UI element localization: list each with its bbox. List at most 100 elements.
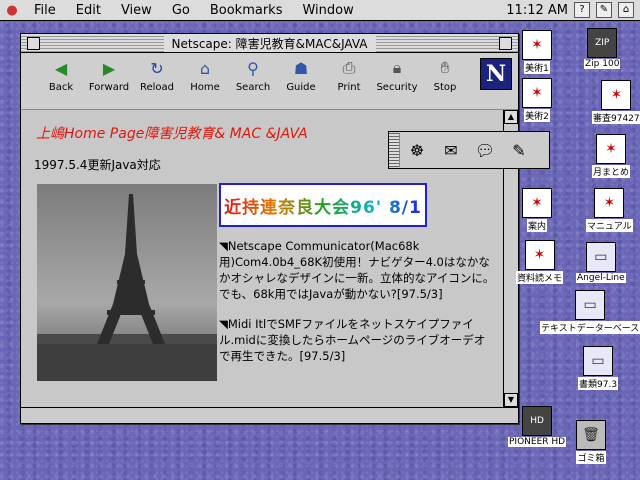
forward-label: Forward [88,82,130,93]
reload-button[interactable]: ↻ Reload [133,53,181,94]
mail-icon[interactable]: ✉ [434,135,468,165]
folder-icon[interactable]: ▭ 書類97.3 [578,346,619,390]
security-lock-icon: 🔒︎ [392,58,402,77]
menu-view[interactable]: View [111,3,162,18]
apple-menu-icon[interactable]: ● [0,3,24,18]
icon-label: 審査97427 [592,111,640,124]
search-label: Search [235,82,271,93]
guide-label: Guide [286,82,316,93]
scroll-down-icon[interactable]: ▼ [504,393,518,407]
zip-disk-icon[interactable]: ZIP Zip 100 [584,28,621,69]
news-item: ◥Netscape Communicator(Mac68k用)Com4.0b4_… [219,239,495,301]
menubar-extras: 11:12 AM ? ✎ ⌂ [506,2,640,18]
icon-label: マニュアル [586,219,633,232]
disk-icon: HD [522,406,553,436]
document-glyph-icon: ✶ [594,188,625,218]
window-title: Netscape: 障害児教育&MAC&JAVA [163,34,376,52]
trash-icon[interactable]: 🗑︎ ゴミ箱 [576,420,606,464]
navigator-icon[interactable]: ☸ [400,135,434,165]
document-glyph-icon: ✶ [522,78,552,108]
folder-icon[interactable]: ▭ テキストデーターベース [540,290,640,334]
folder-glyph-icon: ▭ [575,290,606,320]
document-icon[interactable]: ✶ 美術2 [522,78,552,122]
document-glyph-icon: ✶ [522,30,552,60]
palette-drag-handle[interactable] [389,133,400,167]
menu-window[interactable]: Window [292,3,363,18]
news-list: ◥Netscape Communicator(Mac68k用)Com4.0b4_… [219,238,495,378]
guide-button[interactable]: ☗ Guide [277,53,325,94]
folder-glyph-icon: ▭ [583,346,614,376]
clock[interactable]: 11:12 AM [506,3,568,18]
stop-button[interactable]: ✋︎ Stop [421,53,469,93]
security-button[interactable]: 🔒︎ Security [373,53,421,93]
icon-label: 美術2 [524,109,550,122]
component-palette[interactable]: ☸ ✉ 💬︎ ✎ [388,131,550,169]
guide-icon: ☗ [293,58,309,78]
document-icon[interactable]: ✶ 資料読メモ [516,240,564,284]
event-banner[interactable]: 近持連奈良大会96' 8/1 [219,183,427,227]
document-icon[interactable]: ✶ 美術1 [522,30,552,74]
home-button[interactable]: ⌂ Home [181,53,229,94]
back-arrow-icon: ◀ [54,58,68,78]
stop-icon: ✋︎ [440,58,450,77]
eiffel-tower-icon [37,194,217,381]
news-item: ◥Midi ItlでSMFファイルをネットスケイプファイル.midに変換したらホ… [219,317,486,363]
zoom-box[interactable] [499,36,512,50]
forward-button[interactable]: ▶ Forward [85,53,133,94]
application-icon[interactable]: ⌂ [618,2,634,18]
disk-icon: ZIP [587,28,618,58]
search-icon: ⚲ [247,58,259,78]
icon-label: 書類97.3 [578,377,619,390]
menu-file[interactable]: File [24,3,66,18]
scroll-up-icon[interactable]: ▲ [504,110,518,124]
print-icon: ⎙ [342,58,356,77]
menu-edit[interactable]: Edit [66,3,111,18]
icon-label: ゴミ箱 [576,451,606,464]
banner-text: 近持連奈良大会96' 8/1 [224,193,422,218]
eiffel-tower-photo [37,184,217,381]
icon-label: 美術1 [524,61,550,74]
netscape-logo[interactable]: N [480,58,512,90]
home-icon: ⌂ [199,58,211,78]
document-icon[interactable]: ✶ 案内 [522,188,552,232]
security-label: Security [376,82,418,93]
menu-go[interactable]: Go [162,3,200,18]
hard-disk-icon[interactable]: HD PIONEER HD [508,406,567,447]
print-button[interactable]: ⎙ Print [325,53,373,93]
back-button[interactable]: ◀ Back [37,53,85,94]
pencil-icon[interactable]: ✎ [596,2,612,18]
icon-label: Angel-Line [576,273,626,283]
menu-bookmarks[interactable]: Bookmarks [200,3,293,18]
close-box[interactable] [27,36,40,50]
back-label: Back [48,82,74,93]
icon-label: 月まとめ [592,165,631,178]
composer-icon[interactable]: ✎ [502,135,536,165]
discussion-icon[interactable]: 💬︎ [468,135,502,165]
page-heading: 上嶋Home Page障害児教育& MAC &JAVA [36,126,308,142]
folder-icon[interactable]: ▭ Angel-Line [576,242,626,283]
document-glyph-icon: ✶ [596,134,626,164]
icon-label: Zip 100 [584,59,621,69]
home-label: Home [190,82,220,93]
document-glyph-icon: ✶ [522,188,552,218]
forward-arrow-icon: ▶ [102,58,116,78]
document-icon[interactable]: ✶ 審査97427 [592,80,640,124]
document-glyph-icon: ✶ [524,240,555,270]
update-note: 1997.5.4更新Java対応 [34,158,161,172]
window-titlebar[interactable]: Netscape: 障害児教育&MAC&JAVA [21,34,518,53]
help-icon[interactable]: ? [574,2,590,18]
stop-label: Stop [433,82,457,93]
reload-icon: ↻ [150,58,164,78]
reload-label: Reload [139,82,175,93]
icon-label: 資料読メモ [516,271,564,284]
document-icon[interactable]: ✶ 月まとめ [592,134,631,178]
trash-can-icon: 🗑︎ [576,420,606,450]
browser-window: Netscape: 障害児教育&MAC&JAVA ◀ Back ▶ Forwar… [20,33,519,424]
search-button[interactable]: ⚲ Search [229,53,277,94]
folder-glyph-icon: ▭ [585,242,616,272]
document-icon[interactable]: ✶ マニュアル [586,188,633,232]
status-bar [21,407,518,423]
menu-bar: ● File Edit View Go Bookmarks Window 11:… [0,0,640,21]
navigation-toolbar: ◀ Back ▶ Forward ↻ Reload ⌂ Home ⚲ Searc… [21,53,518,110]
print-label: Print [337,82,361,93]
